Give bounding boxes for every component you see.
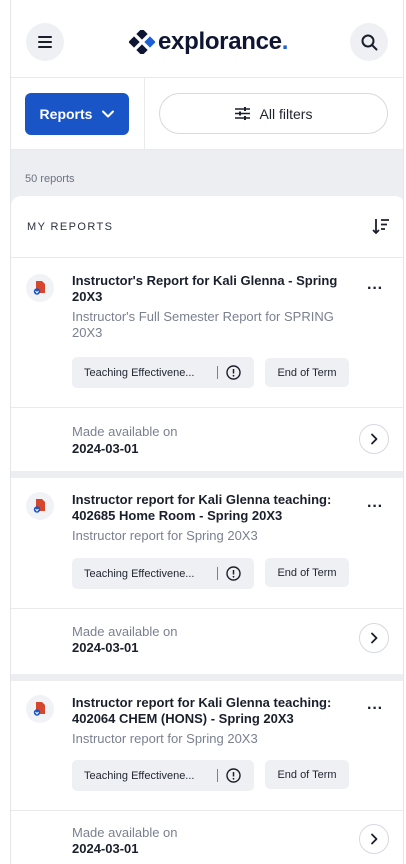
report-card[interactable]: Instructor report for Kali Glenna teachi… — [11, 681, 403, 864]
open-report-button[interactable] — [359, 424, 389, 454]
survey-tag-label: Teaching Effectivene... — [84, 366, 195, 379]
report-card[interactable]: Instructor's Report for Kali Glenna - Sp… — [11, 258, 403, 471]
card-divider — [11, 608, 403, 609]
top-header: explorance. — [11, 0, 403, 78]
card-divider — [11, 810, 403, 811]
survey-tag: Teaching Effectivene... — [72, 558, 254, 589]
info-icon[interactable] — [226, 566, 241, 581]
chevron-right-icon — [371, 632, 378, 644]
report-subtitle: Instructor's Full Semester Report for SP… — [72, 309, 334, 340]
report-subtitle: Instructor report for Spring 20X3 — [72, 528, 258, 543]
survey-tag: Teaching Effectivene... — [72, 357, 254, 388]
tag-separator — [217, 366, 218, 379]
tag-separator — [217, 769, 218, 782]
all-filters-label: All filters — [259, 105, 313, 122]
explorance-logo-mark — [129, 30, 155, 54]
toolbar-divider — [144, 78, 145, 150]
card-divider — [11, 407, 403, 408]
reports-dropdown-button[interactable]: Reports — [25, 93, 129, 135]
my-reports-panel: MY REPORTS Instructor's Report for Kali … — [11, 196, 403, 864]
available-date: 2024-03-01 — [72, 841, 139, 856]
filter-sliders-icon — [234, 107, 250, 120]
logo-dot: . — [281, 28, 289, 55]
report-card[interactable]: Instructor report for Kali Glenna teachi… — [11, 478, 403, 674]
chevron-down-icon — [102, 110, 115, 118]
reports-button-label: Reports — [39, 106, 93, 122]
tag-separator — [217, 567, 218, 580]
open-report-button[interactable] — [359, 623, 389, 653]
panel-header: MY REPORTS — [11, 196, 403, 258]
available-label: Made available on — [72, 825, 178, 840]
menu-button[interactable] — [26, 23, 64, 61]
report-title[interactable]: Instructor report for Kali Glenna teachi… — [72, 695, 352, 727]
available-label: Made available on — [72, 624, 178, 639]
card-separator — [11, 471, 403, 478]
more-options-icon[interactable]: ··· — [367, 499, 383, 515]
info-icon[interactable] — [226, 768, 241, 783]
survey-tag-label: Teaching Effectivene... — [84, 567, 195, 580]
survey-tag-label: Teaching Effectivene... — [84, 769, 195, 782]
results-area: 50 reports MY REPORTS Instructor's Repor… — [11, 150, 403, 864]
app-frame: explorance. Reports All filters 50 repor… — [10, 0, 404, 864]
panel-heading: MY REPORTS — [27, 221, 114, 233]
report-title[interactable]: Instructor report for Kali Glenna teachi… — [72, 492, 352, 524]
report-file-icon — [26, 274, 54, 302]
explorance-logo[interactable]: explorance. — [129, 28, 288, 56]
term-tag: End of Term — [265, 358, 349, 387]
all-filters-button[interactable]: All filters — [159, 93, 388, 134]
report-count: 50 reports — [25, 173, 75, 185]
available-date: 2024-03-01 — [72, 441, 139, 456]
report-subtitle: Instructor report for Spring 20X3 — [72, 731, 258, 746]
search-button[interactable] — [350, 23, 388, 61]
chevron-right-icon — [371, 433, 378, 445]
search-icon — [361, 34, 377, 50]
term-tag: End of Term — [265, 558, 349, 587]
card-separator — [11, 674, 403, 681]
more-options-icon[interactable]: ··· — [367, 701, 383, 717]
logo-text: explorance — [158, 28, 282, 55]
chevron-right-icon — [371, 833, 378, 845]
open-report-button[interactable] — [359, 824, 389, 854]
hamburger-icon — [38, 36, 52, 48]
report-title[interactable]: Instructor's Report for Kali Glenna - Sp… — [72, 273, 352, 305]
filter-toolbar: Reports All filters — [11, 78, 403, 150]
report-file-icon — [26, 492, 54, 520]
survey-tag: Teaching Effectivene... — [72, 760, 254, 791]
term-tag: End of Term — [265, 760, 349, 789]
available-label: Made available on — [72, 424, 178, 439]
available-date: 2024-03-01 — [72, 640, 139, 655]
sort-icon[interactable] — [372, 218, 390, 234]
more-options-icon[interactable]: ··· — [367, 281, 383, 297]
info-icon[interactable] — [226, 365, 241, 380]
report-file-icon — [26, 695, 54, 723]
